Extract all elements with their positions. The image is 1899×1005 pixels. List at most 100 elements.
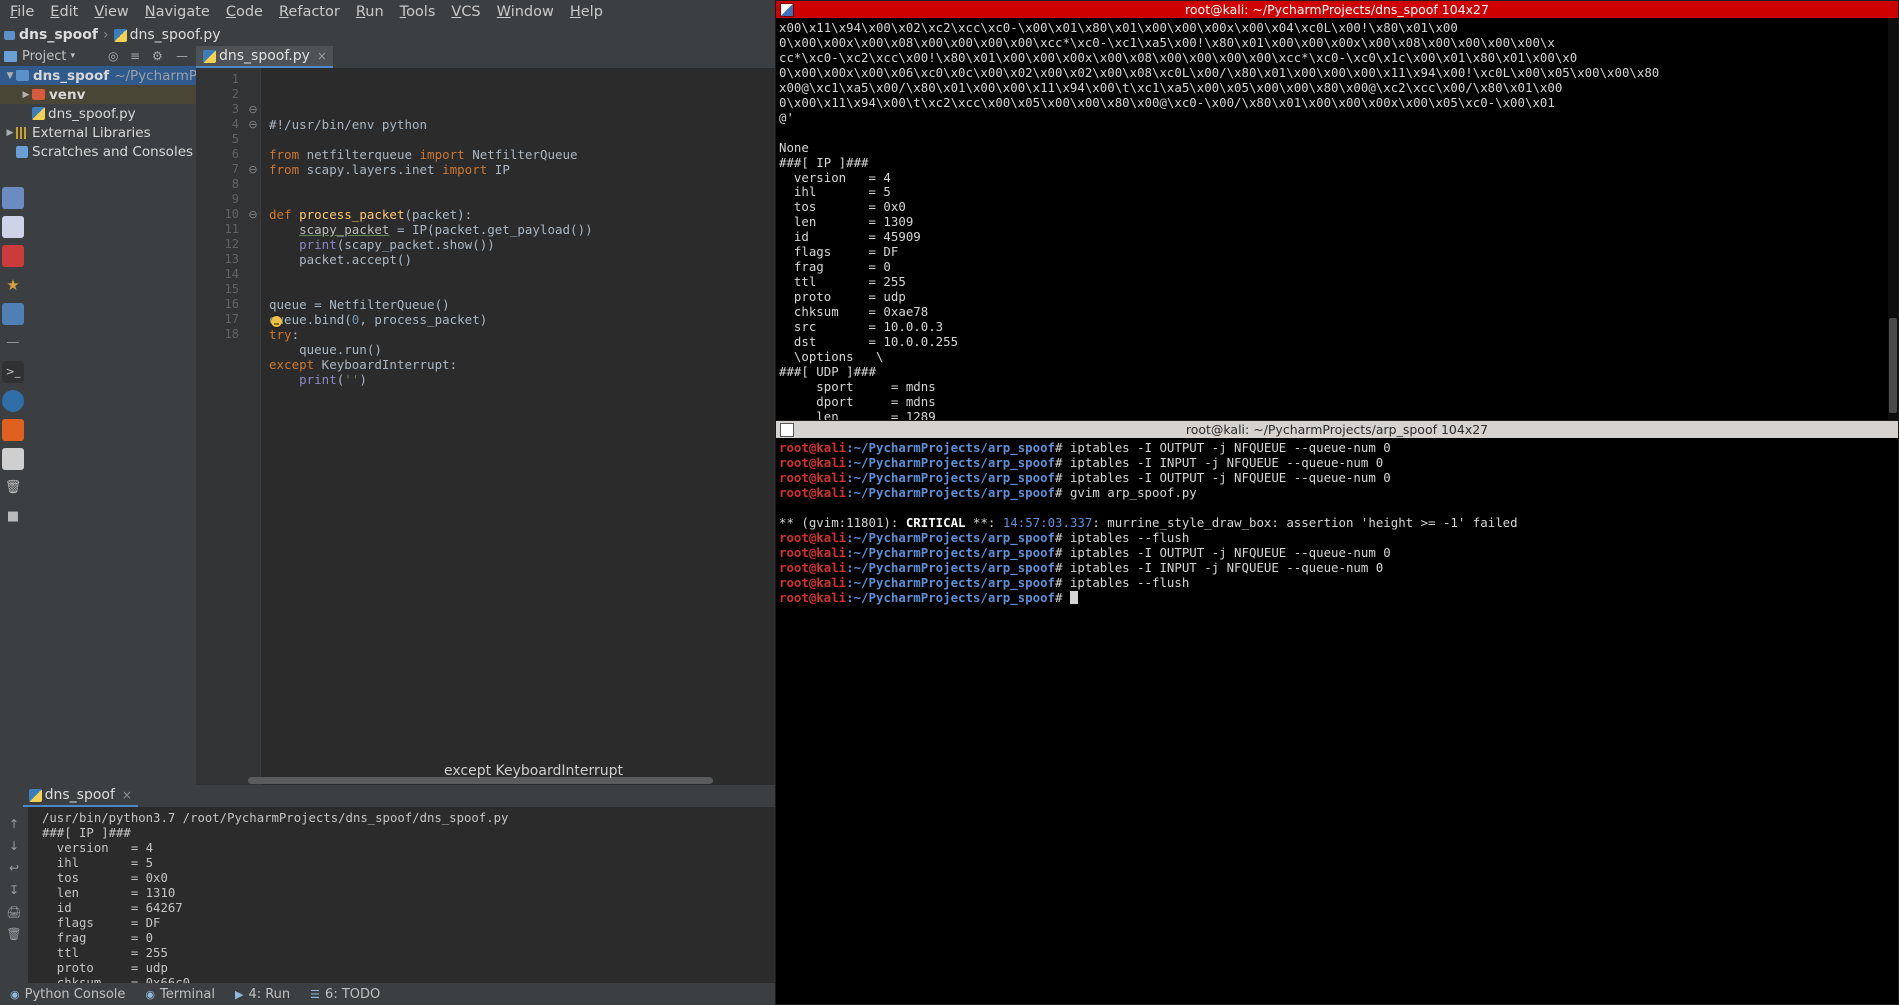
scroll-down-icon[interactable]: ↓ — [5, 837, 23, 855]
scroll-up-icon[interactable]: ↑ — [5, 815, 23, 833]
terminal-command-text: gvim arp_spoof.py — [1069, 484, 1197, 500]
print-stripe-icon[interactable] — [2, 448, 24, 470]
terminal-line: ihl = 5 — [779, 184, 891, 200]
statusbar-label: 6: TODO — [325, 986, 381, 1002]
clear-all-icon[interactable]: 🗑 — [5, 925, 23, 943]
fold-empty — [246, 237, 260, 252]
project-title[interactable]: Project — [22, 49, 66, 64]
code-token: scapy_packet — [299, 222, 390, 237]
collapse-all-icon[interactable]: ≡ — [130, 49, 140, 63]
breadcrumb-project[interactable]: dns_spoof — [19, 27, 98, 43]
notes-icon[interactable] — [2, 216, 24, 238]
code-token: except — [269, 357, 315, 372]
code-token: try — [269, 327, 292, 342]
terminal-prompt-path: :~/PycharmProjects/arp_spoof — [846, 574, 1056, 590]
python-console-icon: ◉ — [10, 987, 20, 1001]
terminal-titlebar-bottom[interactable]: root@kali: ~/PycharmProjects/arp_spoof 1… — [776, 421, 1898, 438]
menu-item-help[interactable]: Help — [562, 2, 611, 22]
tree-item-scratches-and-consoles[interactable]: Scratches and Consoles — [0, 142, 196, 161]
hide-icon[interactable]: — — [176, 49, 188, 63]
tree-item-external-libraries[interactable]: ▶ External Libraries — [0, 123, 196, 142]
terminal-command-line: root@kali:~/PycharmProjects/arp_spoof# i… — [779, 559, 1898, 576]
expand-arrow-icon[interactable]: ▶ — [20, 90, 32, 100]
statusbar-6-todo[interactable]: ☰ 6: TODO — [300, 987, 390, 1002]
line-number: 5 — [231, 132, 239, 146]
database-icon[interactable] — [2, 245, 24, 267]
structure-icon[interactable] — [2, 187, 24, 209]
tree-item-dns-spoof-py[interactable]: dns_spoof.py — [0, 104, 196, 123]
menu-item-code[interactable]: Code — [218, 2, 271, 22]
code-token: netfilterqueue — [299, 147, 420, 162]
run-icon: ▶ — [234, 987, 244, 1001]
target-icon[interactable]: ◎ — [108, 49, 118, 63]
eye-icon[interactable] — [2, 390, 24, 412]
scroll-to-end-icon[interactable]: ↧ — [5, 881, 23, 899]
close-icon[interactable]: × — [122, 788, 132, 802]
run-stripe-icon[interactable] — [2, 419, 24, 441]
menu-item-vcs[interactable]: VCS — [443, 2, 488, 22]
code-folding-column[interactable]: ⊖ ⊖ ⊖ ⊖ — [246, 68, 260, 785]
fold-marker-icon[interactable]: ⊖ — [246, 102, 260, 117]
breadcrumb-file[interactable]: dns_spoof.py — [130, 27, 221, 43]
terminal-titlebar-top[interactable]: root@kali: ~/PycharmProjects/dns_spoof 1… — [776, 1, 1898, 18]
menu-item-refactor[interactable]: Refactor — [271, 2, 348, 22]
apps-icon[interactable]: ■ — [2, 506, 24, 528]
soft-wrap-icon[interactable]: ↩ — [5, 859, 23, 877]
maven-icon[interactable] — [2, 303, 24, 325]
terminal-stripe-icon[interactable]: >_ — [2, 361, 24, 383]
terminal-prompt-path: :~/PycharmProjects/arp_spoof — [846, 484, 1056, 500]
hide-stripe-icon[interactable]: — — [2, 332, 24, 354]
tree-item-venv[interactable]: ▶ venv — [0, 85, 196, 104]
run-tab-label: dns_spoof — [44, 787, 115, 803]
expand-arrow-icon[interactable]: ▼ — [4, 71, 16, 81]
terminal-window-dns-spoof[interactable]: root@kali: ~/PycharmProjects/dns_spoof 1… — [775, 0, 1899, 422]
terminal-output-bottom[interactable]: root@kali:~/PycharmProjects/arp_spoof# i… — [776, 438, 1898, 605]
gear-icon[interactable]: ⚙ — [152, 49, 163, 63]
intention-bulb-icon[interactable] — [271, 316, 282, 327]
terminal-line: proto = udp — [779, 289, 906, 305]
terminal-command-line: root@kali:~/PycharmProjects/arp_spoof# i… — [779, 470, 1898, 486]
bookmark-icon[interactable]: ★ — [2, 274, 24, 296]
terminal-output-top[interactable]: x00\x11\x94\x00\x02\xc2\xcc\xc0-\x00\x01… — [776, 18, 1898, 421]
expand-arrow-icon[interactable]: ▶ — [4, 128, 16, 138]
fold-empty — [246, 327, 260, 342]
menu-item-window[interactable]: Window — [489, 2, 562, 22]
fold-marker-icon[interactable]: ⊖ — [246, 207, 260, 222]
terminal-scrollbar-bottom[interactable] — [1888, 438, 1898, 1004]
close-icon[interactable]: × — [317, 49, 327, 63]
fold-empty — [246, 147, 260, 162]
terminal-prompt-symbol: # — [1055, 559, 1070, 575]
menu-item-view[interactable]: View — [86, 2, 136, 22]
menu-item-file[interactable]: File — [2, 2, 42, 22]
menu-item-tools[interactable]: Tools — [392, 2, 444, 22]
tree-item-dns-spoof[interactable]: ▼ dns_spoof~/PycharmProjects — [0, 66, 196, 85]
terminal-line: tos = 0x0 — [779, 199, 906, 215]
python-run-icon — [28, 788, 42, 802]
menu-item-navigate[interactable]: Navigate — [137, 2, 218, 22]
statusbar-4-run[interactable]: ▶ 4: Run — [225, 987, 300, 1002]
code-token: #!/usr/bin/env python — [269, 117, 428, 132]
chevron-down-icon[interactable]: ▾ — [70, 51, 75, 61]
terminal-scrollbar-top[interactable] — [1888, 18, 1898, 421]
fold-marker-icon[interactable]: ⊖ — [246, 162, 260, 177]
editor-tab-dns-spoof[interactable]: dns_spoof.py × — [196, 46, 333, 68]
project-tree[interactable]: ▼ dns_spoof~/PycharmProjects ▶ venv dns_spoo… — [0, 66, 196, 785]
line-number: 16 — [224, 297, 239, 311]
trash-stripe-icon[interactable]: 🗑 — [2, 477, 24, 499]
fold-empty — [246, 87, 260, 102]
print-icon[interactable]: 🖨 — [5, 903, 23, 921]
fold-marker-icon[interactable]: ⊖ — [246, 117, 260, 132]
menu-item-edit[interactable]: Edit — [42, 2, 86, 22]
statusbar-python-console[interactable]: ◉ Python Console — [0, 987, 135, 1002]
terminal-window-arp-spoof[interactable]: root@kali: ~/PycharmProjects/arp_spoof 1… — [775, 420, 1899, 1005]
terminal-command-line: root@kali:~/PycharmProjects/arp_spoof# i… — [779, 529, 1898, 546]
terminal-prompt-symbol: # — [1055, 440, 1070, 455]
statusbar-terminal[interactable]: ◉ Terminal — [135, 987, 225, 1002]
run-tab-dns-spoof[interactable]: dns_spoof × — [22, 785, 138, 807]
menu-item-run[interactable]: Run — [348, 2, 392, 22]
terminal-prompt-path: :~/PycharmProjects/arp_spoof — [846, 529, 1056, 545]
terminal-line: ###[ IP ]### — [779, 154, 869, 170]
